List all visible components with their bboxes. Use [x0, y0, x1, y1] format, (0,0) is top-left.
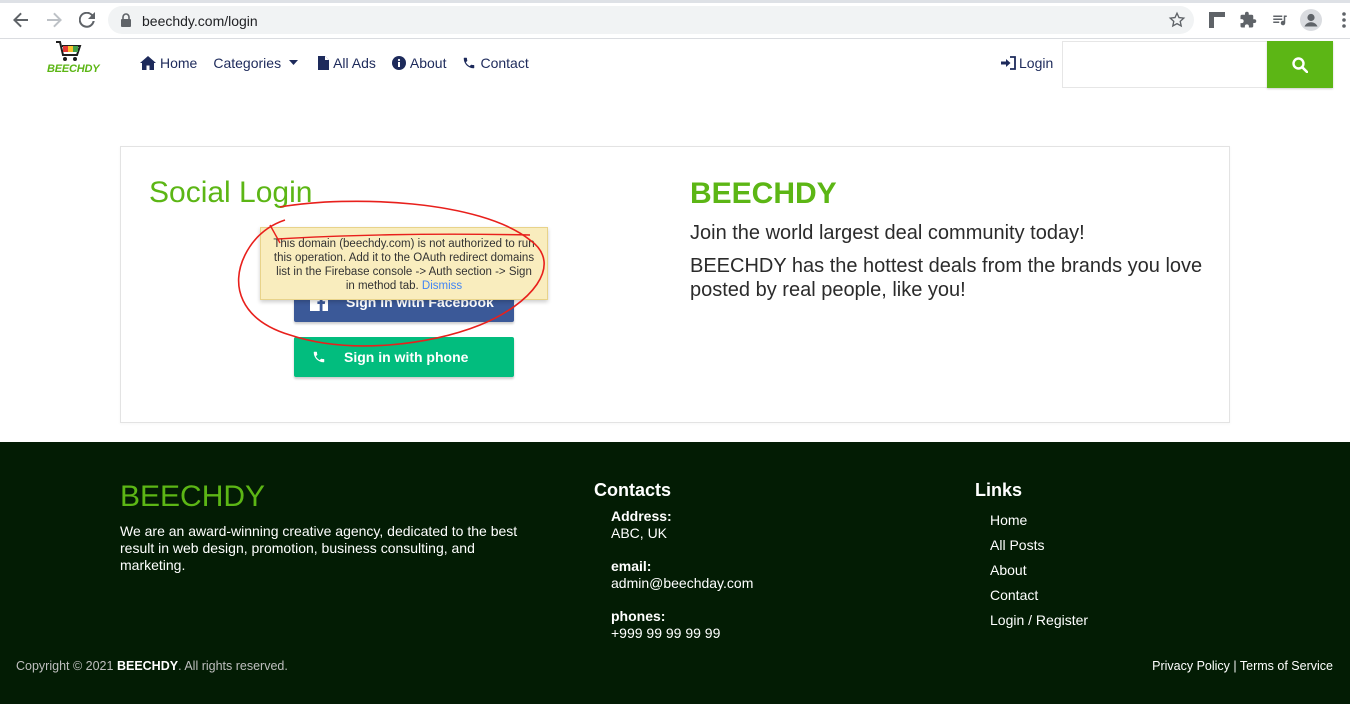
avatar-icon	[1300, 9, 1322, 31]
address-value: ABC, UK	[611, 525, 668, 541]
nav-all-ads[interactable]: All Ads	[318, 55, 376, 71]
search-icon	[1292, 56, 1308, 73]
star-icon[interactable]	[1168, 11, 1186, 29]
puzzle-icon	[1240, 11, 1257, 28]
logo-text: BEECHDY	[47, 63, 100, 75]
email-value[interactable]: admin@beechday.com	[611, 575, 753, 591]
legal-links: Privacy Policy | Terms of Service	[1152, 659, 1333, 673]
reload-icon	[79, 12, 95, 28]
nav-contact[interactable]: Contact	[462, 55, 529, 71]
phone-signin-label: Sign in with phone	[344, 349, 469, 365]
phone-icon	[313, 351, 325, 363]
brand-description: BEECHDY has the hottest deals from the b…	[690, 255, 1203, 301]
lock-icon	[121, 13, 131, 27]
contacts-heading: Contacts	[594, 480, 672, 500]
nav-home-label: Home	[160, 55, 198, 71]
copyright-suffix: . All rights reserved.	[178, 659, 288, 673]
kebab-menu-icon	[1342, 12, 1346, 28]
arrow-left-icon	[13, 12, 28, 28]
address-label: Address:	[611, 508, 672, 524]
footer-link-home[interactable]: Home	[990, 512, 1027, 528]
social-login-title: Social Login	[149, 176, 313, 209]
url-text: beechdy.com/login	[142, 13, 258, 29]
playlist-icon	[1273, 15, 1287, 26]
footer-brand: BEECHDY	[120, 480, 266, 513]
footer-link-about[interactable]: About	[990, 562, 1027, 578]
extension-app-icon	[1209, 12, 1225, 28]
brand-tagline: Join the world largest deal community to…	[690, 222, 1085, 244]
error-message: This domain (beechdy.com) is not authori…	[273, 238, 535, 292]
arrow-right-icon	[47, 12, 62, 28]
footer-link-all-posts[interactable]: All Posts	[990, 537, 1044, 553]
tab-strip-edge	[0, 0, 1350, 3]
nav-contact-label: Contact	[480, 55, 529, 71]
nav-home[interactable]: Home	[140, 55, 197, 71]
search-button[interactable]	[1267, 41, 1333, 88]
search-input[interactable]	[1062, 41, 1268, 88]
copyright: Copyright © 2021 BEECHDY. All rights res…	[16, 659, 288, 673]
media-button[interactable]	[1269, 9, 1291, 31]
nav-categories[interactable]: Categories	[213, 55, 299, 71]
site-header: BEECHDY Home Categories All Ads About Co…	[0, 40, 1350, 90]
phone-icon	[464, 57, 475, 69]
home-icon	[140, 56, 156, 70]
forward-button[interactable]	[43, 9, 65, 31]
menu-button[interactable]	[1333, 9, 1350, 31]
reload-button[interactable]	[76, 9, 98, 31]
extensions-button[interactable]	[1237, 9, 1259, 31]
nav-all-ads-label: All Ads	[333, 55, 376, 71]
footer-description: We are an award-winning creative agency,…	[120, 523, 518, 573]
phones-label: phones:	[611, 608, 666, 624]
info-circle-icon	[391, 56, 406, 70]
sign-in-icon	[1001, 56, 1016, 70]
links-heading: Links	[975, 480, 1023, 500]
email-label: email:	[611, 558, 652, 574]
nav-categories-label: Categories	[213, 55, 282, 71]
header-login-label: Login	[1019, 55, 1054, 71]
header-login-link[interactable]: Login	[1001, 55, 1053, 71]
extension-button[interactable]	[1206, 9, 1228, 31]
copyright-prefix: Copyright © 2021	[16, 659, 114, 673]
copyright-brand: BEECHDY	[116, 659, 179, 673]
file-icon	[318, 56, 330, 70]
brand-title: BEECHDY	[690, 177, 837, 210]
address-bar[interactable]: beechdy.com/login	[108, 6, 1194, 34]
footer-link-login-register[interactable]: Login / Register	[990, 612, 1088, 628]
phones-value: +999 99 99 99 99	[611, 625, 721, 641]
phone-signin-button[interactable]: Sign in with phone	[294, 337, 514, 377]
terms-of-service-link[interactable]: Terms of Service	[1240, 659, 1333, 673]
browser-toolbar: beechdy.com/login	[0, 0, 1350, 39]
nav-about-label: About	[409, 55, 447, 71]
profile-button[interactable]	[1300, 9, 1322, 31]
dismiss-link[interactable]: Dismiss	[422, 280, 462, 292]
back-button[interactable]	[10, 9, 32, 31]
nav-about[interactable]: About	[391, 55, 447, 71]
caret-down-icon	[289, 60, 299, 65]
error-toast: This domain (beechdy.com) is not authori…	[260, 227, 548, 300]
footer-link-contact[interactable]: Contact	[990, 587, 1038, 603]
legal-separator: |	[1233, 659, 1237, 673]
main-nav: Home Categories All Ads About Contact	[140, 55, 545, 71]
site-footer: BEECHDY We are an award-winning creative…	[0, 442, 1350, 704]
privacy-policy-link[interactable]: Privacy Policy	[1152, 659, 1230, 673]
